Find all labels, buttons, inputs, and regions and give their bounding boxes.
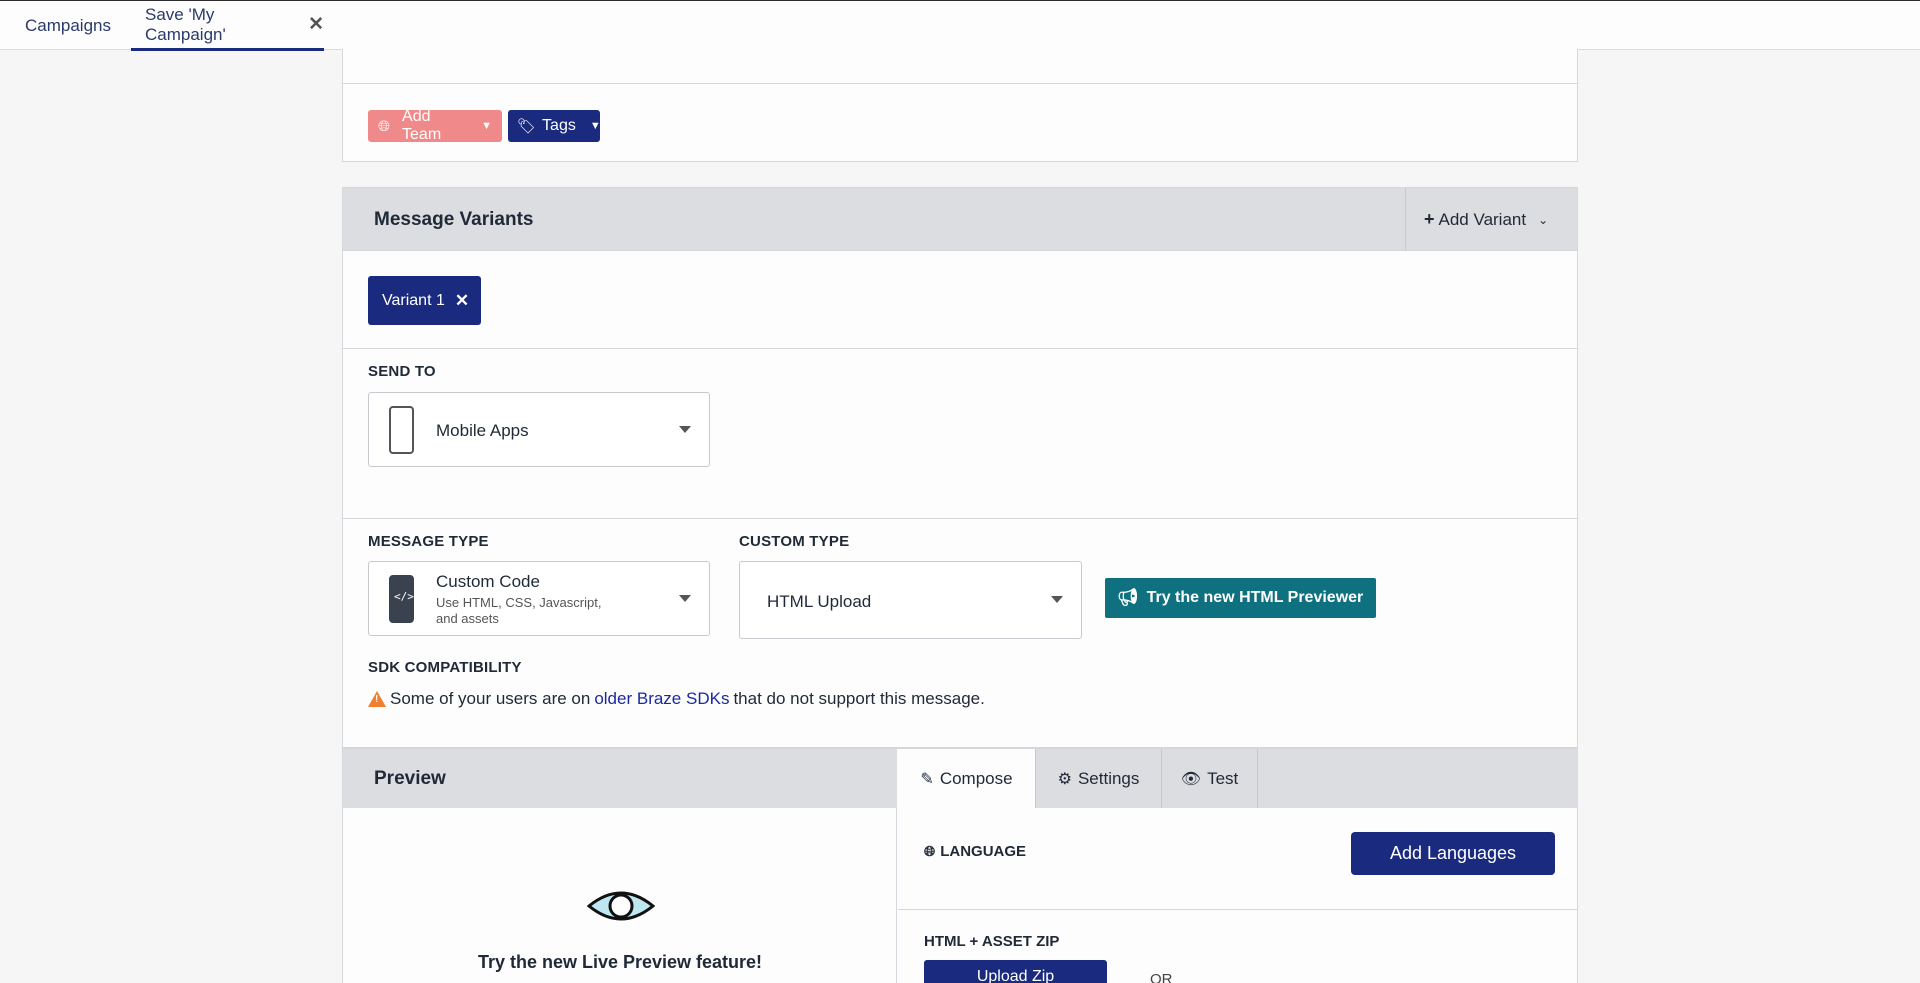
compose-tabs: ✎ Compose ⚙ Settings 👁︎ Test xyxy=(898,749,1578,808)
pencil-icon: ✎ xyxy=(920,770,934,788)
section-title: Message Variants xyxy=(374,209,534,230)
variant-chip[interactable]: Variant 1 ✕ xyxy=(368,276,481,325)
tab-settings-label: Settings xyxy=(1077,768,1140,788)
eye-icon xyxy=(587,891,655,921)
plus-icon: + xyxy=(1424,209,1435,229)
tab-campaigns-label: Campaigns xyxy=(25,16,111,35)
divider xyxy=(343,518,1577,519)
close-icon[interactable]: ✕ xyxy=(308,13,324,36)
add-variant-button[interactable]: + Add Variant ⌄ xyxy=(1405,188,1577,251)
caret-down-icon: ▼ xyxy=(589,120,601,132)
or-text: OR xyxy=(1150,971,1173,983)
campaign-meta-panel: 🌐︎ Add Team ▼ 🏷︎ Tags ▼ xyxy=(342,49,1578,162)
custom-type-value: HTML Upload xyxy=(767,592,872,611)
divider xyxy=(343,83,1577,84)
zip-label: HTML + ASSET ZIP xyxy=(924,933,1060,950)
message-variants-panel: Message Variants + Add Variant ⌄ Variant… xyxy=(342,187,1578,748)
globe-icon: 🌐︎ xyxy=(378,117,391,135)
globe-icon: 🌐︎ xyxy=(924,843,936,859)
message-type-label: MESSAGE TYPE xyxy=(368,533,489,550)
megaphone-icon: 📢︎ xyxy=(1117,588,1139,607)
message-variants-header: Message Variants + Add Variant ⌄ xyxy=(343,188,1577,251)
tab-compose[interactable]: ✎ Compose xyxy=(898,749,1036,808)
tags-label: Tags xyxy=(542,117,576,134)
live-preview-text: Try the new Live Preview feature! xyxy=(477,952,763,972)
custom-type-select[interactable]: HTML Upload xyxy=(739,561,1082,639)
preview-header: Preview xyxy=(343,749,897,808)
gear-icon: ⚙ xyxy=(1057,770,1072,788)
mobile-phone-icon xyxy=(389,406,414,454)
older-sdks-link[interactable]: older Braze SDKs xyxy=(594,689,729,709)
message-type-value: Custom Code xyxy=(436,572,540,591)
caret-down-icon xyxy=(1051,596,1063,603)
tab-compose-label: Compose xyxy=(939,768,1013,788)
send-to-select[interactable]: Mobile Apps xyxy=(368,392,710,467)
tab-bar: Campaigns Save 'My Campaign' ✕ xyxy=(0,0,1920,51)
preview-panel: Preview ✎ Compose ⚙ Settings 👁︎ Test Try… xyxy=(342,748,1578,983)
add-team-button[interactable]: 🌐︎ Add Team ▼ xyxy=(368,108,502,143)
caret-down-icon xyxy=(679,594,691,602)
live-preview-area: Try the new Live Preview feature! xyxy=(343,808,897,983)
send-to-value: Mobile Apps xyxy=(436,421,529,440)
tab-settings[interactable]: ⚙ Settings xyxy=(1036,749,1162,808)
close-icon[interactable]: ✕ xyxy=(455,291,469,311)
html-previewer-button[interactable]: 📢︎ Try the new HTML Previewer xyxy=(1105,578,1376,618)
variant-chip-label: Variant 1 xyxy=(382,291,445,309)
send-to-label: SEND TO xyxy=(368,363,436,380)
upload-zip-button[interactable]: Upload Zip xyxy=(924,960,1107,983)
tag-icon: 🏷︎ xyxy=(517,118,537,135)
chevron-down-icon: ⌄ xyxy=(1538,212,1549,227)
divider xyxy=(898,909,1578,910)
sdk-compatibility-label: SDK COMPATIBILITY xyxy=(368,659,522,676)
add-variant-label: Add Variant xyxy=(1438,209,1527,229)
tab-test[interactable]: 👁︎ Test xyxy=(1162,749,1258,808)
message-type-select[interactable]: </> Custom Code Use HTML, CSS, Javascrip… xyxy=(368,561,710,636)
tab-campaigns[interactable]: Campaigns xyxy=(25,1,111,51)
caret-down-icon xyxy=(679,425,691,433)
sdk-text-before: Some of your users are on xyxy=(390,689,591,708)
divider xyxy=(343,348,1577,349)
warning-icon: ! xyxy=(368,691,386,707)
language-label: 🌐︎ LANGUAGE xyxy=(924,843,1026,860)
custom-type-label: CUSTOM TYPE xyxy=(739,533,850,550)
tab-save-campaign[interactable]: Save 'My Campaign' ✕ xyxy=(131,1,324,51)
caret-down-icon: ▼ xyxy=(481,120,492,132)
code-icon: </> xyxy=(394,590,414,603)
language-label-text: LANGUAGE xyxy=(940,843,1027,860)
tags-button[interactable]: 🏷︎ Tags ▼ xyxy=(508,110,601,142)
sdk-warning: ! Some of your users are on older Braze … xyxy=(368,689,985,709)
add-languages-button[interactable]: Add Languages xyxy=(1351,832,1555,875)
tab-test-label: Test xyxy=(1207,768,1239,788)
preview-title: Preview xyxy=(374,768,446,789)
html-previewer-label: Try the new HTML Previewer xyxy=(1146,589,1364,606)
message-type-description: Use HTML, CSS, Javascript, and assets xyxy=(436,595,602,626)
sdk-text-after: that do not support this message. xyxy=(733,689,985,708)
eye-icon: 👁︎ xyxy=(1180,770,1202,788)
tab-save-label: Save 'My Campaign' xyxy=(145,4,226,44)
add-team-label: Add Team xyxy=(402,108,442,143)
